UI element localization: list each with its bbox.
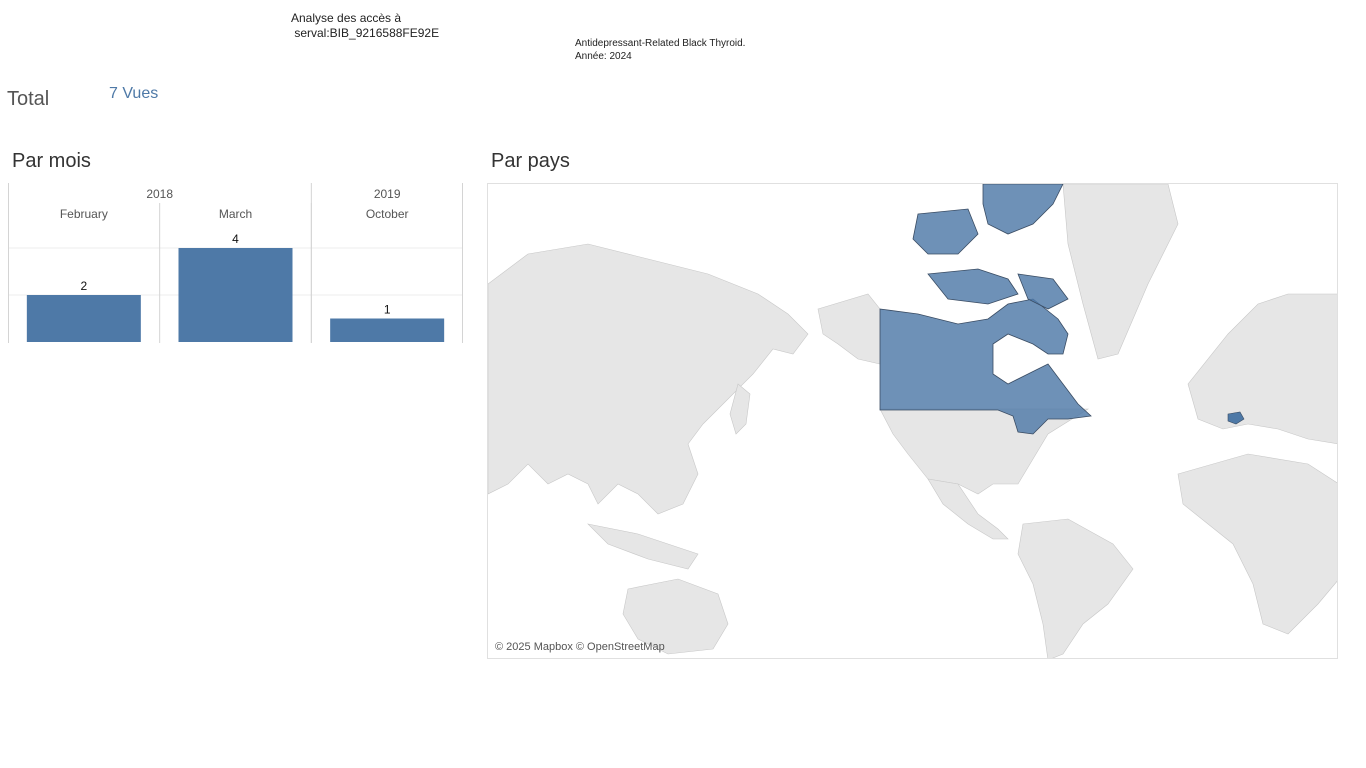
page-title: Analyse des accès à serval:BIB_9216588FE… [291, 11, 440, 40]
total-label: Total [7, 88, 50, 110]
bar [26, 295, 141, 342]
month-label: March [219, 207, 252, 221]
year-label: 2019 [374, 187, 401, 201]
map-land-south-america [1017, 518, 1134, 658]
map-land-alaska [817, 293, 881, 365]
document-subtitle: Antidepressant-Related Black Thyroid. An… [575, 38, 746, 62]
year-label: 2018 [146, 187, 173, 201]
month-label: February [60, 207, 108, 221]
month-section-title: Par mois [12, 150, 91, 172]
bar [330, 318, 445, 342]
map-land-greenland [1062, 184, 1179, 360]
bar-value-label: 2 [80, 279, 87, 293]
bar-value-label: 4 [232, 232, 239, 246]
map-country-canada-arctic-1 [982, 184, 1064, 235]
monthly-bar-chart[interactable]: 2018 2019 February 2 March 4 October 1 [8, 183, 463, 343]
map-land-africa [1177, 453, 1337, 635]
month-label: October [366, 207, 409, 221]
bar [178, 248, 293, 342]
map-attribution[interactable]: © 2025 Mapbox © OpenStreetMap [495, 641, 665, 653]
country-map[interactable] [487, 183, 1338, 659]
map-land-indonesia [587, 523, 699, 570]
bar-value-label: 1 [384, 303, 391, 317]
bar-chart-svg: 2018 2019 February 2 March 4 October 1 [8, 183, 463, 343]
world-map-svg [488, 184, 1337, 658]
map-country-canada-arctic-2 [912, 208, 979, 255]
map-land-asia [488, 243, 809, 515]
map-land-usa [879, 408, 1090, 495]
country-section-title: Par pays [491, 150, 570, 172]
map-land-europe [1187, 293, 1337, 444]
total-value: 7 Vues [109, 85, 159, 102]
map-country-canada-arctic-3 [927, 268, 1019, 305]
